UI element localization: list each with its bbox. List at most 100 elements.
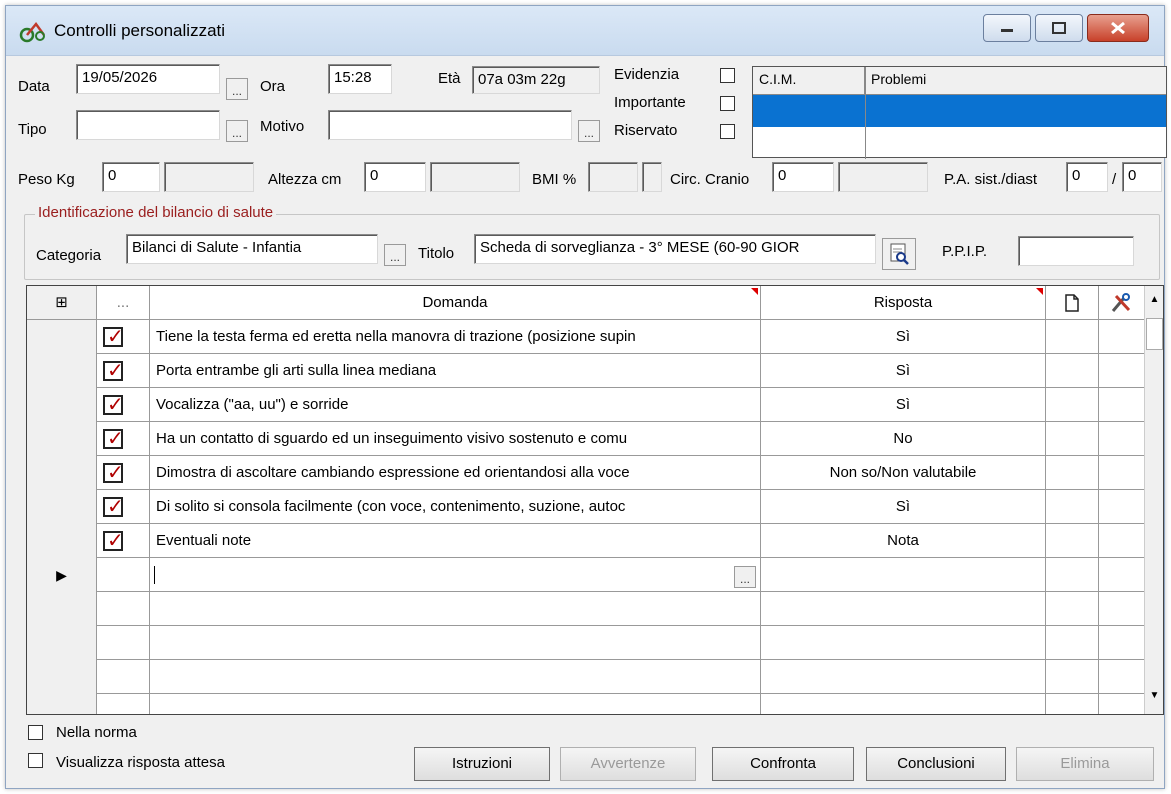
confronta-button[interactable]: Confronta bbox=[712, 747, 854, 781]
motivo-ellipsis-button[interactable]: ... bbox=[578, 120, 600, 142]
attachment-cell[interactable] bbox=[1046, 660, 1099, 694]
grid-vertical-scrollbar[interactable]: ▲ ▼ bbox=[1144, 286, 1163, 714]
tools-cell[interactable] bbox=[1099, 524, 1146, 558]
domanda-cell[interactable] bbox=[150, 660, 761, 694]
risposta-cell[interactable] bbox=[761, 558, 1046, 592]
row-indicator[interactable] bbox=[27, 456, 97, 490]
row-check-cell[interactable] bbox=[97, 558, 150, 592]
row-indicator[interactable] bbox=[27, 592, 97, 626]
table-row[interactable]: ✓ Di solito si consola facilmente (con v… bbox=[27, 490, 1146, 524]
istruzioni-button[interactable]: Istruzioni bbox=[414, 747, 550, 781]
row-indicator[interactable] bbox=[27, 626, 97, 660]
risposta-column-header[interactable]: Risposta bbox=[761, 286, 1046, 320]
table-row[interactable]: ✓ Porta entrambe gli arti sulla linea me… bbox=[27, 354, 1146, 388]
scrollbar-thumb[interactable] bbox=[1146, 318, 1163, 350]
riservato-checkbox[interactable] bbox=[720, 124, 735, 139]
row-check-cell[interactable]: ✓ bbox=[97, 388, 150, 422]
close-button[interactable] bbox=[1087, 14, 1149, 42]
conclusioni-button[interactable]: Conclusioni bbox=[866, 747, 1006, 781]
minimize-button[interactable] bbox=[983, 14, 1031, 42]
empty-row[interactable] bbox=[27, 592, 1146, 626]
ora-field[interactable]: 15:28 bbox=[328, 64, 392, 94]
risposta-cell[interactable]: Sì bbox=[761, 354, 1046, 388]
evidenzia-checkbox[interactable] bbox=[720, 68, 735, 83]
row-indicator[interactable] bbox=[27, 388, 97, 422]
domanda-cell[interactable]: Porta entrambe gli arti sulla linea medi… bbox=[150, 354, 761, 388]
tools-cell[interactable] bbox=[1099, 694, 1146, 714]
domanda-cell[interactable]: Di solito si consola facilmente (con voc… bbox=[150, 490, 761, 524]
table-row[interactable]: ✓ Eventuali note Nota bbox=[27, 524, 1146, 558]
elimina-button[interactable]: Elimina bbox=[1016, 747, 1154, 781]
attachment-cell[interactable] bbox=[1046, 558, 1099, 592]
titolo-field[interactable]: Scheda di sorveglianza - 3° MESE (60-90 … bbox=[474, 234, 876, 264]
expand-all-column-header[interactable]: ⊞ bbox=[27, 286, 97, 320]
risposta-cell[interactable]: Nota bbox=[761, 524, 1046, 558]
domanda-cell[interactable]: Vocalizza ("aa, uu") e sorride bbox=[150, 388, 761, 422]
avvertenze-button[interactable]: Avvertenze bbox=[560, 747, 696, 781]
risposta-cell[interactable]: No bbox=[761, 422, 1046, 456]
risposta-cell[interactable] bbox=[761, 592, 1046, 626]
risposta-cell[interactable] bbox=[761, 626, 1046, 660]
domanda-cell[interactable] bbox=[150, 694, 761, 714]
risposta-cell[interactable]: Sì bbox=[761, 490, 1046, 524]
table-row[interactable]: ✓ Dimostra di ascoltare cambiando espres… bbox=[27, 456, 1146, 490]
risposta-cell[interactable]: Sì bbox=[761, 320, 1046, 354]
check-column-header[interactable]: ... bbox=[97, 286, 150, 320]
tools-cell[interactable] bbox=[1099, 660, 1146, 694]
checked-checkbox[interactable]: ✓ bbox=[103, 530, 124, 552]
attachment-cell[interactable] bbox=[1046, 490, 1099, 524]
attachment-cell[interactable] bbox=[1046, 694, 1099, 714]
peso-field[interactable]: 0 bbox=[102, 162, 160, 192]
risposta-cell[interactable]: Sì bbox=[761, 388, 1046, 422]
table-row[interactable]: ✓ Ha un contatto di sguardo ed un insegu… bbox=[27, 422, 1146, 456]
domanda-cell[interactable] bbox=[150, 626, 761, 660]
tipo-ellipsis-button[interactable]: ... bbox=[226, 120, 248, 142]
row-indicator[interactable] bbox=[27, 422, 97, 456]
risposta-cell[interactable]: Non so/Non valutabile bbox=[761, 456, 1046, 490]
domanda-cell[interactable] bbox=[150, 592, 761, 626]
tools-cell[interactable] bbox=[1099, 490, 1146, 524]
tools-cell[interactable] bbox=[1099, 354, 1146, 388]
problems-selected-row[interactable] bbox=[753, 95, 1166, 127]
domanda-cell[interactable]: Eventuali note bbox=[150, 524, 761, 558]
row-check-cell[interactable] bbox=[97, 626, 150, 660]
row-check-cell[interactable] bbox=[97, 660, 150, 694]
domanda-column-header[interactable]: Domanda bbox=[150, 286, 761, 320]
attachment-cell[interactable] bbox=[1046, 388, 1099, 422]
tools-cell[interactable] bbox=[1099, 422, 1146, 456]
domanda-edit-cell[interactable]: ... bbox=[150, 558, 761, 592]
categoria-field[interactable]: Bilanci di Salute - Infantia bbox=[126, 234, 378, 264]
importante-checkbox[interactable] bbox=[720, 96, 735, 111]
motivo-field[interactable] bbox=[328, 110, 572, 140]
tools-cell[interactable] bbox=[1099, 388, 1146, 422]
row-check-cell[interactable]: ✓ bbox=[97, 320, 150, 354]
row-indicator[interactable] bbox=[27, 694, 97, 714]
risposta-cell[interactable] bbox=[761, 660, 1046, 694]
row-check-cell[interactable] bbox=[97, 694, 150, 714]
attachment-cell[interactable] bbox=[1046, 422, 1099, 456]
checked-checkbox[interactable]: ✓ bbox=[103, 360, 124, 382]
altezza-field[interactable]: 0 bbox=[364, 162, 426, 192]
ppip-field[interactable] bbox=[1018, 236, 1134, 266]
row-check-cell[interactable]: ✓ bbox=[97, 490, 150, 524]
row-indicator[interactable] bbox=[27, 660, 97, 694]
tools-cell[interactable] bbox=[1099, 320, 1146, 354]
attachment-column-header[interactable] bbox=[1046, 286, 1099, 320]
empty-row[interactable] bbox=[27, 694, 1146, 714]
problems-grid[interactable]: C.I.M. Problemi bbox=[752, 66, 1167, 159]
row-indicator[interactable] bbox=[27, 490, 97, 524]
pa-diast-field[interactable]: 0 bbox=[1122, 162, 1162, 192]
tipo-field[interactable] bbox=[76, 110, 220, 140]
tools-cell[interactable] bbox=[1099, 626, 1146, 660]
checked-checkbox[interactable]: ✓ bbox=[103, 496, 124, 518]
risposta-cell[interactable] bbox=[761, 694, 1046, 714]
row-check-cell[interactable] bbox=[97, 592, 150, 626]
circ-cranio-field[interactable]: 0 bbox=[772, 162, 834, 192]
cim-column-header[interactable]: C.I.M. bbox=[753, 67, 865, 95]
row-check-cell[interactable]: ✓ bbox=[97, 354, 150, 388]
empty-row[interactable] bbox=[27, 660, 1146, 694]
table-row[interactable]: ✓ Tiene la testa ferma ed eretta nella m… bbox=[27, 320, 1146, 354]
table-row[interactable]: ✓ Vocalizza ("aa, uu") e sorride Sì bbox=[27, 388, 1146, 422]
tools-cell[interactable] bbox=[1099, 592, 1146, 626]
row-check-cell[interactable]: ✓ bbox=[97, 422, 150, 456]
